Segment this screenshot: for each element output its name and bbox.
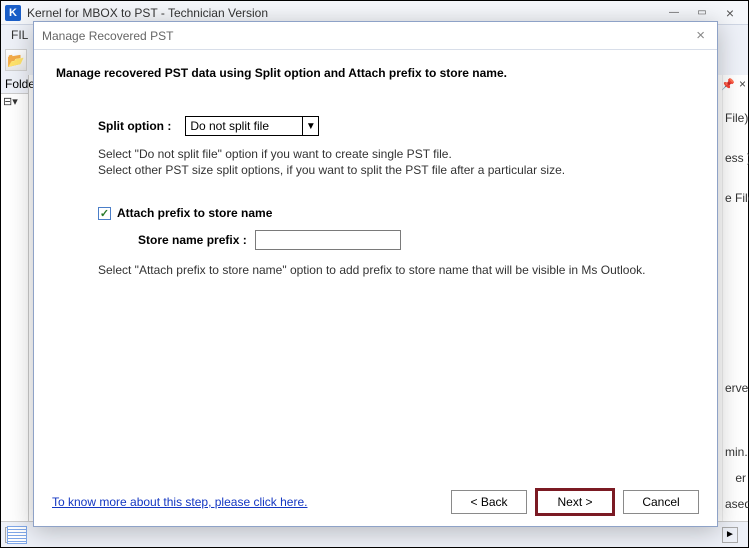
attach-prefix-label: Attach prefix to store name bbox=[117, 206, 272, 220]
learn-more-link[interactable]: To know more about this step, please cli… bbox=[52, 495, 307, 509]
attach-prefix-checkbox-row[interactable]: ✓ Attach prefix to store name bbox=[98, 206, 695, 220]
menu-fragment[interactable]: FIL bbox=[11, 28, 28, 42]
split-option-selected: Do not split file bbox=[190, 119, 269, 133]
right-item: erver bbox=[723, 375, 748, 401]
dialog-close-icon[interactable]: × bbox=[692, 27, 709, 44]
manage-pst-dialog: Manage Recovered PST × Manage recovered … bbox=[33, 21, 718, 527]
right-item: ess ) bbox=[723, 145, 748, 171]
attach-prefix-checkbox[interactable]: ✓ bbox=[98, 207, 111, 220]
dialog-titlebar: Manage Recovered PST × bbox=[34, 22, 717, 50]
window-controls: — ▭ × bbox=[660, 3, 744, 23]
app-logo-icon: K bbox=[5, 5, 21, 21]
right-strip: 📌 × File) ess ) e File erver min. er ase… bbox=[722, 75, 748, 547]
right-item: ased I bbox=[723, 491, 748, 517]
split-hint-line1: Select "Do not split file" option if you… bbox=[98, 146, 695, 162]
dialog-body: Manage recovered PST data using Split op… bbox=[34, 50, 717, 481]
next-button[interactable]: Next > bbox=[537, 490, 613, 514]
dialog-footer: To know more about this step, please cli… bbox=[34, 481, 717, 526]
split-hint-line2: Select other PST size split options, if … bbox=[98, 162, 695, 178]
grid-view-icon[interactable] bbox=[7, 526, 27, 544]
right-item: File) bbox=[723, 105, 748, 131]
close-icon[interactable]: × bbox=[716, 3, 744, 23]
check-icon: ✓ bbox=[100, 207, 109, 220]
pin-icon[interactable]: 📌 bbox=[721, 78, 735, 91]
split-option-label: Split option : bbox=[98, 119, 171, 133]
open-file-icon[interactable]: 📂 bbox=[5, 49, 27, 71]
right-item: e File bbox=[723, 185, 748, 211]
pane-close-icon[interactable]: × bbox=[739, 77, 746, 91]
folders-pane: Folde ⊟▾ bbox=[1, 75, 29, 547]
split-option-combo[interactable]: Do not split file ▼ bbox=[185, 116, 319, 136]
tree-root[interactable]: ⊟▾ bbox=[1, 94, 28, 109]
dialog-title: Manage Recovered PST bbox=[42, 29, 173, 43]
minimize-icon[interactable]: — bbox=[660, 3, 688, 23]
back-button[interactable]: < Back bbox=[451, 490, 527, 514]
prefix-hint: Select "Attach prefix to store name" opt… bbox=[98, 262, 695, 278]
dialog-heading: Manage recovered PST data using Split op… bbox=[56, 66, 695, 80]
split-hint: Select "Do not split file" option if you… bbox=[98, 146, 695, 178]
scroll-right-icon[interactable]: ► bbox=[722, 527, 738, 543]
maximize-icon[interactable]: ▭ bbox=[688, 3, 716, 23]
store-prefix-label: Store name prefix : bbox=[138, 233, 247, 247]
folders-header: Folde bbox=[1, 75, 28, 94]
cancel-button[interactable]: Cancel bbox=[623, 490, 699, 514]
store-prefix-input[interactable] bbox=[255, 230, 401, 250]
right-item: min. bbox=[723, 439, 748, 465]
right-item: er bbox=[723, 465, 748, 491]
chevron-down-icon[interactable]: ▼ bbox=[302, 117, 318, 135]
app-title: Kernel for MBOX to PST - Technician Vers… bbox=[27, 6, 268, 20]
